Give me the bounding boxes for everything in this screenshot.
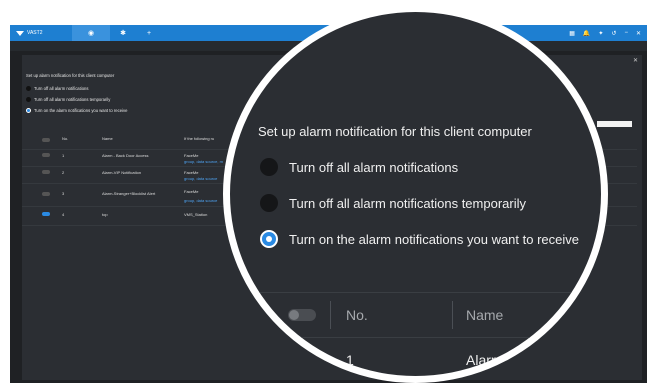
minimize-icon[interactable]: −: [624, 30, 628, 36]
option-on-selected-small[interactable]: Turn on the alarm notifications you want…: [26, 108, 127, 113]
radio-icon[interactable]: [260, 158, 278, 176]
tab-live-view[interactable]: ◉: [72, 25, 110, 41]
row-rule-detail[interactable]: group, data source: [184, 176, 217, 181]
toggle-all[interactable]: [288, 309, 316, 321]
radio-icon[interactable]: [260, 194, 278, 212]
row-no: 3: [62, 191, 65, 196]
settings-title-small: Set up alarm notification for this clien…: [26, 73, 115, 78]
logo-icon: [16, 30, 24, 36]
row-rule-detail[interactable]: group, data source: [184, 198, 217, 203]
option-off-temp-small[interactable]: Turn off all alarm notifications tempora…: [26, 97, 110, 102]
plus-icon: +: [146, 29, 152, 37]
magnified-content: Set up alarm notification for this clien…: [230, 12, 601, 376]
header-no: No.: [62, 136, 69, 141]
option-label: Turn off all alarm notifications tempora…: [289, 195, 526, 211]
close-window-icon[interactable]: ✕: [636, 30, 641, 37]
eye-icon: ◉: [87, 30, 95, 37]
row-name: Alarm - Ba: [466, 352, 533, 368]
brand-name: VAST2: [27, 30, 43, 36]
header-rule: If the following ru: [184, 136, 215, 141]
row-no: 1: [62, 153, 65, 158]
row-rule: FaceMe: [184, 189, 199, 194]
option-off-small[interactable]: Turn off all alarm notifications: [26, 86, 88, 91]
callout-pointer: [597, 121, 632, 127]
option-turn-on-selected[interactable]: Turn on the alarm notifications you want…: [260, 230, 579, 248]
radio-selected-icon: [26, 108, 31, 113]
close-icon[interactable]: ✕: [633, 57, 638, 64]
option-turn-off-all[interactable]: Turn off all alarm notifications: [260, 158, 458, 176]
radio-icon: [26, 86, 31, 91]
row-toggle-on[interactable]: [42, 212, 50, 216]
radio-icon: [26, 97, 31, 102]
row-rule-detail[interactable]: group, data source, m: [184, 159, 223, 164]
settings-title: Set up alarm notification for this clien…: [258, 124, 532, 139]
header-no: No.: [346, 307, 368, 323]
row-no: 4: [62, 212, 65, 217]
option-turn-off-temporarily[interactable]: Turn off all alarm notifications tempora…: [260, 194, 526, 212]
row-name: Alarm - Back Door Access: [102, 153, 149, 158]
radio-selected-icon[interactable]: [260, 230, 278, 248]
row-no: 1: [346, 352, 354, 368]
row-toggle[interactable]: [288, 356, 316, 368]
column-divider: [330, 301, 331, 329]
tab-add[interactable]: +: [136, 25, 162, 41]
brand-logo: VAST2: [10, 30, 72, 36]
row-rule: VMS_Station: [184, 212, 208, 217]
row-name: Alarm-VIP Notification: [102, 170, 142, 175]
gear-icon: ✱: [120, 30, 126, 37]
row-rule: FaceMe: [184, 170, 199, 175]
option-label: Turn on the alarm notifications you want…: [34, 108, 128, 113]
row-no: 2: [62, 170, 65, 175]
row-name: top: [102, 212, 108, 217]
row-rule: FaceMe: [184, 153, 199, 158]
toggle-all[interactable]: [42, 138, 50, 142]
magnifier-callout: Set up alarm notification for this clien…: [223, 5, 608, 383]
row-toggle[interactable]: [42, 170, 50, 174]
tab-settings[interactable]: ✱: [110, 25, 136, 41]
header-name: Name: [466, 307, 504, 323]
option-label: Turn off all alarm notifications: [34, 86, 89, 91]
option-label: Turn off all alarm notifications: [289, 159, 459, 175]
option-label: Turn off all alarm notifications tempora…: [34, 97, 111, 102]
table-header: No. Name: [230, 292, 601, 338]
row-name: Alarm-Stranger+Blocklist Alert: [102, 191, 156, 196]
row-toggle[interactable]: [42, 153, 50, 157]
refresh-icon[interactable]: ↺: [611, 30, 616, 37]
column-divider: [452, 301, 453, 329]
header-name: Name: [102, 136, 113, 141]
option-label: Turn on the alarm notifications you want…: [289, 231, 579, 247]
row-toggle[interactable]: [42, 192, 50, 196]
